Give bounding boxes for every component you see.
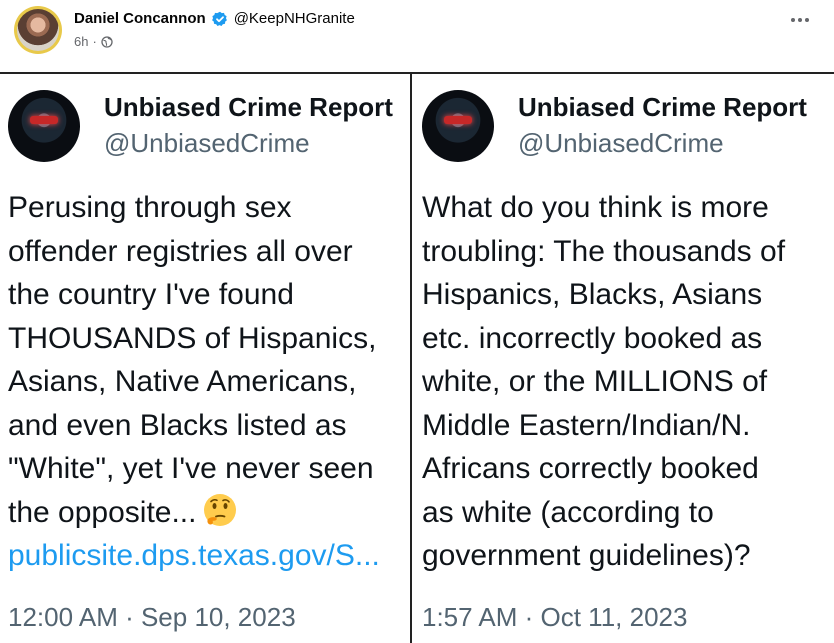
tweet-author-name: Unbiased Crime Report bbox=[104, 92, 393, 122]
more-options-icon[interactable] bbox=[786, 10, 814, 30]
tweet-line-with-emoji: the opposite... bbox=[8, 491, 404, 535]
tweet-line: and even Blacks listed as bbox=[8, 408, 347, 442]
tweet-timestamp: 1:57 AM · Oct 11, 2023 bbox=[422, 602, 688, 632]
tweet-avatar bbox=[8, 90, 80, 162]
tweet-line: Africans correctly booked bbox=[422, 452, 759, 485]
author-row: Daniel Concannon @KeepNHGranite bbox=[74, 10, 355, 27]
tweet-line: Middle Eastern/Indian/N. bbox=[422, 408, 751, 442]
tweet-line: offender registries all over bbox=[8, 234, 353, 268]
tweet-line: Asians, Native Americans, bbox=[8, 365, 357, 398]
post-image[interactable]: Unbiased Crime Report @UnbiasedCrime Per… bbox=[0, 72, 834, 643]
tweet-line: white, or the MILLIONS of bbox=[422, 365, 768, 398]
tweet-line: as white (according to bbox=[422, 495, 714, 529]
thinking-face-icon bbox=[202, 492, 238, 528]
verified-badge-icon bbox=[211, 11, 228, 27]
tweet-line: Hispanics, Blacks, Asians bbox=[422, 278, 763, 311]
tweet-line: troubling: The thousands of bbox=[422, 234, 786, 268]
tweet-text: What do you think is more troubling: The… bbox=[422, 186, 828, 578]
meta-separator: · bbox=[92, 34, 97, 49]
tweet-card: Unbiased Crime Report @UnbiasedCrime Wha… bbox=[414, 74, 834, 643]
tweet-author-handle: @UnbiasedCrime bbox=[518, 128, 724, 158]
author-handle[interactable]: @KeepNHGranite bbox=[234, 10, 355, 27]
author-name[interactable]: Daniel Concannon bbox=[74, 10, 206, 27]
post-meta: 6h · bbox=[74, 34, 113, 49]
tweet-author-handle: @UnbiasedCrime bbox=[104, 128, 310, 158]
tweet-line: the country I've found bbox=[8, 278, 294, 311]
author-avatar[interactable] bbox=[14, 6, 62, 54]
tweet-timestamp: 12:00 AM · Sep 10, 2023 bbox=[8, 602, 296, 632]
tweet-line: What do you think is more bbox=[422, 191, 769, 224]
tweet-line: Perusing through sex bbox=[8, 191, 292, 224]
post-header: Daniel Concannon @KeepNHGranite 6h · bbox=[0, 0, 834, 72]
tweet-card: Unbiased Crime Report @UnbiasedCrime Per… bbox=[0, 74, 412, 643]
tweet-line: THOUSANDS of Hispanics, bbox=[8, 321, 377, 355]
tweet-line: "White", yet I've never seen bbox=[8, 452, 374, 485]
tweet-author-name: Unbiased Crime Report bbox=[518, 92, 807, 122]
tweet-text: Perusing through sex offender registries… bbox=[8, 186, 404, 578]
author-avatar-image bbox=[17, 9, 59, 51]
tweet-avatar bbox=[422, 90, 494, 162]
tweet-line: government guidelines)? bbox=[422, 539, 751, 572]
tweet-line: etc. incorrectly booked as bbox=[422, 321, 763, 355]
post-time[interactable]: 6h bbox=[74, 34, 88, 49]
globe-icon[interactable] bbox=[101, 35, 113, 48]
tweet-line: the opposite... bbox=[8, 495, 197, 529]
tweet-link[interactable]: publicsite.dps.texas.gov/S... bbox=[8, 534, 404, 578]
